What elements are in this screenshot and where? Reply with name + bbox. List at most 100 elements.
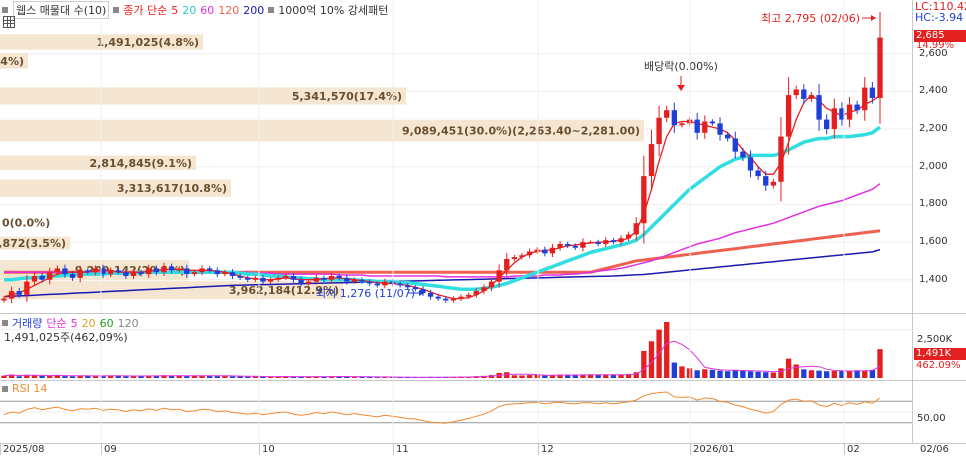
candle-body	[732, 138, 738, 152]
candle-body	[511, 257, 518, 260]
price-tick: 1,600	[919, 236, 948, 248]
volume-bar	[39, 375, 45, 378]
candle-body	[869, 87, 876, 98]
high-annotation: 최고 2,795 (02/06)	[761, 12, 860, 25]
volume-chart-panel[interactable]: 거래량 단순 5 20 60 120 1,491,025주(462,09%)	[0, 314, 912, 381]
candle-body	[374, 283, 380, 286]
candle-body	[595, 242, 601, 244]
candle-body	[625, 234, 632, 239]
candle-body	[679, 123, 685, 126]
volume-ma20-label[interactable]: 20	[82, 317, 96, 330]
date-tick: 10	[259, 444, 275, 455]
date-tick: 09	[101, 444, 117, 455]
volume-bar	[747, 371, 754, 378]
dividend-arrow-head	[677, 85, 685, 91]
volume-bar	[245, 376, 251, 378]
candle-body	[603, 240, 609, 244]
volume-bar	[679, 366, 685, 378]
candle-body	[763, 176, 769, 186]
ma5-label[interactable]: 5	[171, 4, 178, 17]
candle-body	[755, 170, 761, 177]
candle-body	[199, 268, 205, 273]
volume-bar	[69, 376, 76, 378]
candle-body	[313, 277, 319, 282]
candle-body	[496, 270, 502, 282]
candle-body	[161, 266, 167, 273]
price-tick: 1,800	[919, 198, 948, 210]
volume-bar	[854, 370, 860, 378]
volume-info: 1,491,025주(462,09%)	[4, 331, 128, 344]
candle-body	[92, 268, 99, 273]
volume-bar	[808, 370, 815, 378]
ma60-label[interactable]: 60	[200, 4, 214, 17]
candle-body	[176, 268, 182, 271]
volume-profile-label: 1,064,872(3.5%)	[0, 237, 66, 250]
volume-bar	[671, 362, 677, 378]
candle-body	[207, 268, 213, 271]
candle-body	[107, 270, 114, 275]
candle-body	[648, 144, 655, 177]
volume-bar	[763, 372, 769, 378]
candle-body	[671, 110, 677, 126]
candle-body	[77, 270, 83, 278]
rsi-chart-panel[interactable]: RSI 14	[0, 381, 912, 444]
volume-bar	[877, 349, 883, 378]
volume-bar	[572, 375, 578, 378]
candle-body	[130, 272, 137, 276]
rsi-axis[interactable]: 50.00	[912, 381, 966, 444]
change-pct-label: 14.99%	[916, 40, 955, 51]
candle-body	[481, 287, 487, 292]
volume-ma120-label[interactable]: 120	[118, 317, 139, 330]
close-ma-square-icon[interactable]	[113, 7, 120, 13]
volume-bar	[770, 372, 777, 378]
candle-body	[801, 89, 807, 99]
price-chart-panel[interactable]: 1,491,025(4.8%) 439,016(1.4%) 5,341,570(17…	[0, 0, 912, 314]
date-tick: 11	[393, 444, 409, 455]
candle-body	[54, 268, 60, 273]
candle-body	[359, 279, 365, 282]
candle-body	[580, 242, 586, 248]
rsi-chart[interactable]	[0, 381, 912, 443]
pattern-square-icon[interactable]	[268, 7, 275, 13]
date-axis[interactable]: 2025/08 09 10 11 12 2026/01 02 02/06	[0, 443, 966, 457]
close-ma-label[interactable]: 종가 단순	[123, 2, 167, 18]
price-chart[interactable]: 1,491,025(4.8%) 439,016(1.4%) 5,341,570(17…	[0, 0, 912, 313]
volume-ma5-label[interactable]: 5	[71, 317, 78, 330]
candle-body	[458, 296, 464, 299]
candle-body	[191, 272, 198, 275]
candle-body	[709, 121, 716, 124]
ma200-label[interactable]: 200	[243, 4, 264, 17]
candle-body	[290, 275, 297, 280]
candle-body	[1, 298, 7, 301]
menu-square-icon[interactable]	[2, 7, 8, 13]
candle-body	[85, 270, 91, 273]
ma120-label[interactable]: 120	[218, 4, 239, 17]
candle-body	[831, 108, 837, 130]
candle-body	[618, 238, 624, 243]
volume-bar	[511, 375, 518, 378]
candle-body	[427, 292, 434, 297]
grid-icon[interactable]	[3, 16, 15, 28]
volume-bar	[62, 376, 68, 378]
volume-bar	[702, 369, 708, 378]
candle-body	[824, 119, 830, 130]
candle-body	[389, 281, 396, 284]
volume-bar	[664, 321, 670, 378]
pattern-label[interactable]: 1000억 10% 강세패턴	[278, 2, 388, 18]
volume-profile-label: 2,814,845(9.1%)	[90, 157, 193, 170]
candle-body	[336, 275, 342, 278]
volume-bar	[694, 370, 700, 378]
candle-body	[443, 298, 449, 301]
candle-body	[587, 242, 594, 244]
rsi-label[interactable]: RSI 14	[12, 382, 47, 395]
candle-body	[664, 110, 670, 118]
volume-ma60-label[interactable]: 60	[100, 317, 114, 330]
candle-body	[237, 275, 243, 278]
rsi-square-icon[interactable]	[2, 385, 8, 392]
ma20-label[interactable]: 20	[182, 4, 196, 17]
volume-square-icon[interactable]	[2, 320, 8, 326]
date-tick: 12	[538, 444, 554, 455]
item-name-label[interactable]: 웹스 매물대 수(10)	[13, 1, 110, 19]
date-tick: 02	[844, 444, 860, 455]
candle-body	[252, 277, 259, 280]
